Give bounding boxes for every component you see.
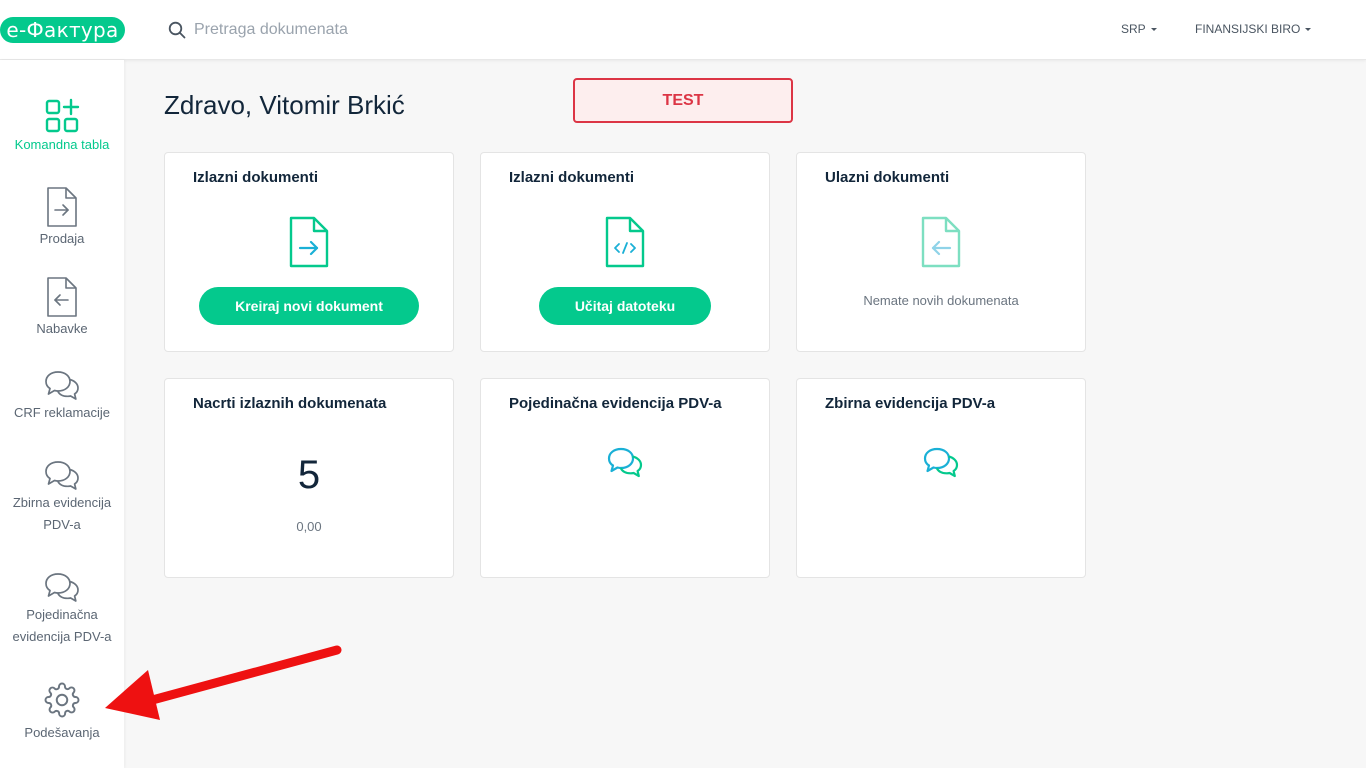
chat-bubbles-icon — [607, 447, 643, 478]
caret-down-icon — [1305, 27, 1312, 31]
sidebar-item-label: CRF reklamacije — [13, 405, 111, 420]
card-izlazni-dokumenti-create: Izlazni dokumenti Kreiraj novi dokument — [164, 152, 454, 352]
search-bar[interactable] — [168, 18, 588, 42]
card-title: Pojedinačna evidencija PDV-a — [509, 395, 722, 412]
sidebar-item-crf-reklamacije[interactable]: CRF reklamacije — [0, 368, 124, 424]
environment-badge: TEST — [573, 78, 793, 123]
sidebar-item-prodaja[interactable]: Prodaja — [0, 186, 124, 250]
sidebar-item-nabavke[interactable]: Nabavke — [0, 276, 124, 340]
card-title: Izlazni dokumenti — [193, 169, 319, 186]
draft-amount: 0,00 — [296, 519, 322, 534]
gear-icon — [44, 682, 80, 718]
card-title: Izlazni dokumenti — [509, 169, 635, 186]
annotation-arrow-icon — [105, 645, 342, 720]
document-arrow-right-icon — [47, 187, 77, 227]
top-header: e-Фактура SRP FINANSIJSKI BIRO — [0, 0, 1366, 60]
sidebar-item-pojedinacna-evidencija[interactable]: Pojedinačna evidencija PDV-a — [0, 570, 124, 648]
sidebar-item-zbirna-evidencija[interactable]: Zbirna evidencija PDV-a — [0, 458, 124, 536]
company-dropdown[interactable]: FINANSIJSKI BIRO — [1195, 22, 1312, 36]
create-document-button[interactable]: Kreiraj novi dokument — [199, 287, 419, 325]
page-title: Zdravo, Vitomir Brkić — [164, 90, 405, 120]
draft-count: 5 — [297, 453, 321, 497]
sidebar-item-label: Prodaja — [39, 231, 85, 246]
card-zbirna-evidencija[interactable]: Zbirna evidencija PDV-a — [796, 378, 1086, 578]
card-izlazni-dokumenti-upload: Izlazni dokumenti Učitaj datoteku — [480, 152, 770, 352]
sidebar-item-label: Zbirna evidencija PDV-a — [12, 495, 112, 532]
dashboard-icon — [45, 98, 80, 133]
sidebar-item-label: Komandna tabla — [14, 137, 110, 152]
card-title: Ulazni dokumenti — [825, 169, 950, 186]
upload-file-button[interactable]: Učitaj datoteku — [539, 287, 711, 325]
search-input[interactable] — [194, 21, 574, 39]
chat-bubbles-icon — [45, 371, 79, 400]
card-title: Zbirna evidencija PDV-a — [825, 395, 996, 412]
card-ulazni-dokumenti[interactable]: Ulazni dokumenti Nemate novih dokumenata — [796, 152, 1086, 352]
sidebar-item-komandna-tabla[interactable]: Komandna tabla — [0, 98, 124, 156]
company-label: FINANSIJSKI BIRO — [1195, 22, 1301, 36]
document-code-icon — [605, 216, 645, 268]
search-icon — [168, 21, 186, 39]
language-label: SRP — [1121, 22, 1146, 36]
card-pojedinacna-evidencija[interactable]: Pojedinačna evidencija PDV-a — [480, 378, 770, 578]
chat-bubbles-icon — [45, 461, 79, 490]
document-arrow-left-icon — [47, 277, 77, 317]
sidebar-item-label: Podešavanja — [24, 725, 100, 740]
empty-state-text: Nemate novih dokumenata — [863, 293, 1019, 308]
document-arrow-right-icon — [289, 216, 329, 268]
card-title: Nacrti izlaznih dokumenata — [193, 395, 387, 412]
chat-bubbles-icon — [45, 573, 79, 602]
document-arrow-left-icon — [921, 216, 961, 268]
app-logo[interactable]: e-Фактура — [0, 17, 125, 43]
card-nacrti[interactable]: Nacrti izlaznih dokumenata 5 0,00 — [164, 378, 454, 578]
language-dropdown[interactable]: SRP — [1121, 22, 1157, 36]
chat-bubbles-icon — [923, 447, 959, 478]
caret-down-icon — [1150, 27, 1157, 31]
sidebar-item-label: Nabavke — [36, 321, 88, 336]
